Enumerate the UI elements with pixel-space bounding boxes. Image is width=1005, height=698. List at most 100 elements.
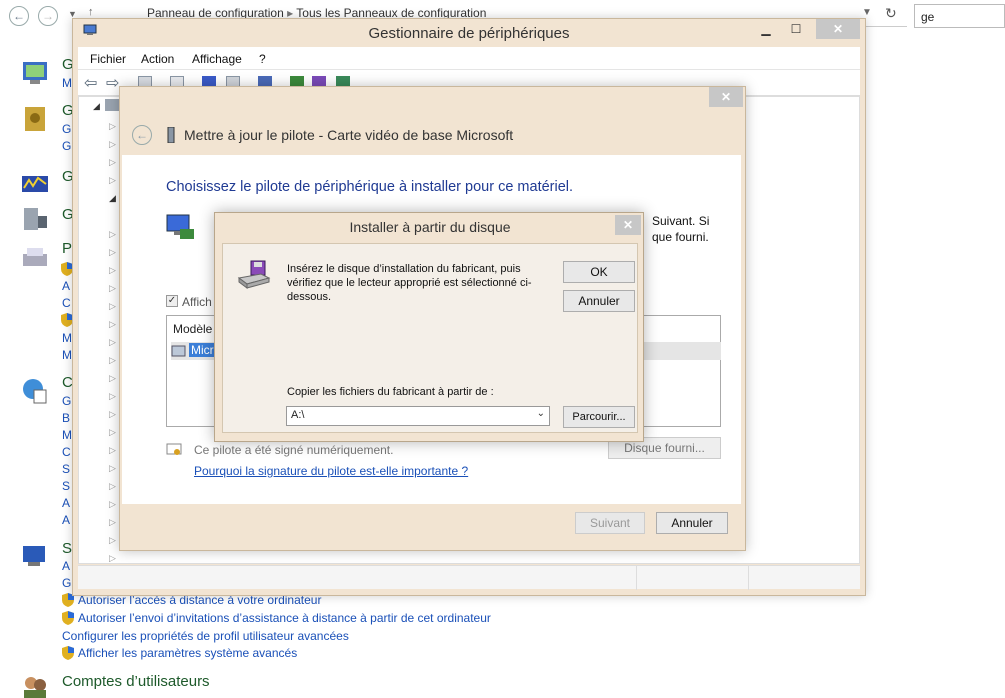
- expand-arrow-icon[interactable]: ▷: [109, 157, 116, 168]
- close-icon[interactable]: ✕: [615, 215, 641, 235]
- expand-arrow-icon[interactable]: ▷: [109, 229, 116, 240]
- expand-arrow-icon[interactable]: ▷: [109, 445, 116, 456]
- expand-arrow-icon[interactable]: ◢: [93, 101, 100, 112]
- expand-arrow-icon[interactable]: ▷: [109, 139, 116, 150]
- expand-arrow-icon[interactable]: ▷: [109, 535, 116, 546]
- close-icon[interactable]: ✕: [816, 19, 860, 39]
- expand-arrow-icon[interactable]: ▷: [109, 463, 116, 474]
- expand-arrow-icon[interactable]: ▷: [109, 409, 116, 420]
- dialog-body: Insérez le disque d’installation du fabr…: [222, 243, 638, 433]
- expand-arrow-icon[interactable]: ▷: [109, 337, 116, 348]
- category-link[interactable]: M: [62, 348, 72, 362]
- category-link[interactable]: B: [62, 411, 70, 425]
- install-from-disk-dialog: Installer à partir du disque ✕ Insérez l…: [214, 212, 644, 442]
- category-link[interactable]: A: [62, 496, 70, 510]
- shield-icon: [62, 646, 74, 660]
- forward-icon[interactable]: →: [38, 6, 58, 26]
- expand-arrow-icon[interactable]: ▷: [109, 517, 116, 528]
- maximize-icon[interactable]: ☐: [783, 19, 809, 39]
- expand-arrow-icon[interactable]: ▷: [109, 265, 116, 276]
- expand-arrow-icon[interactable]: ▷: [109, 391, 116, 402]
- back-arrow-icon[interactable]: ⇦: [84, 73, 97, 93]
- source-path-value: A:\: [291, 409, 305, 421]
- category-link[interactable]: M: [62, 331, 72, 345]
- forward-arrow-icon[interactable]: ⇨: [106, 73, 119, 93]
- expand-arrow-icon[interactable]: ▷: [109, 499, 116, 510]
- category-link[interactable]: G: [62, 139, 71, 153]
- checkbox-label: Affich: [182, 295, 212, 309]
- up-icon[interactable]: ↑: [88, 6, 94, 18]
- expand-arrow-icon[interactable]: ▷: [109, 355, 116, 366]
- back-icon[interactable]: ←: [9, 6, 29, 26]
- browse-button[interactable]: Parcourir...: [563, 406, 635, 428]
- status-bar: [78, 565, 860, 590]
- show-compatible-checkbox[interactable]: ✓: [166, 295, 178, 307]
- expand-arrow-icon[interactable]: ▷: [109, 427, 116, 438]
- computer-icon: [24, 208, 47, 230]
- address-dropdown-icon[interactable]: ▼: [862, 7, 872, 18]
- advanced-system-settings-link[interactable]: Afficher les paramètres système avancés: [78, 646, 297, 660]
- ok-button[interactable]: OK: [563, 261, 635, 283]
- chevron-down-icon[interactable]: ⌄: [537, 408, 545, 419]
- monitor-card-icon: [166, 214, 194, 239]
- back-icon[interactable]: ←: [132, 125, 152, 145]
- next-button[interactable]: Suivant: [575, 512, 645, 534]
- close-icon[interactable]: ✕: [709, 87, 743, 107]
- menu-file[interactable]: Fichier: [90, 52, 126, 66]
- safe-icon: [25, 107, 45, 131]
- expand-arrow-icon[interactable]: ▷: [109, 283, 116, 294]
- expand-arrow-icon[interactable]: ▷: [109, 553, 116, 564]
- list-item-label: Micr: [189, 343, 216, 357]
- source-path-combobox[interactable]: A:\ ⌄: [286, 406, 550, 426]
- category-link[interactable]: S: [62, 462, 70, 476]
- search-input[interactable]: ge: [914, 4, 1005, 28]
- user-accounts-heading[interactable]: Comptes d’utilisateurs: [62, 673, 210, 690]
- user-profile-properties-link[interactable]: Configurer les propriétés de profil util…: [62, 629, 349, 643]
- signature-importance-link[interactable]: Pourquoi la signature du pilote est-elle…: [194, 464, 468, 478]
- expand-arrow-icon[interactable]: ▷: [109, 301, 116, 312]
- allow-remote-assistance-link[interactable]: Autoriser l’envoi d’invitations d’assist…: [78, 611, 491, 625]
- category-link[interactable]: C: [62, 296, 71, 310]
- collapse-arrow-icon[interactable]: ◢: [109, 193, 116, 204]
- status-divider: [748, 566, 749, 590]
- expand-arrow-icon[interactable]: ▷: [109, 247, 116, 258]
- description-line: que fourni.: [652, 230, 709, 244]
- category-link[interactable]: G: [62, 394, 71, 408]
- expand-arrow-icon[interactable]: ▷: [109, 481, 116, 492]
- expand-arrow-icon[interactable]: ▷: [109, 175, 116, 186]
- menu-action[interactable]: Action: [141, 52, 174, 66]
- category-link[interactable]: G: [62, 576, 71, 590]
- cancel-button[interactable]: Annuler: [563, 290, 635, 312]
- expand-arrow-icon[interactable]: ▷: [109, 319, 116, 330]
- category-link[interactable]: A: [62, 513, 70, 527]
- category-link[interactable]: A: [62, 279, 70, 293]
- category-link[interactable]: G: [62, 122, 71, 136]
- device-icon: [167, 127, 175, 143]
- category-heading[interactable]: S: [62, 540, 72, 557]
- certificate-icon: [166, 443, 182, 455]
- menu-view[interactable]: Affichage: [192, 52, 242, 66]
- cancel-button[interactable]: Annuler: [656, 512, 728, 534]
- users-icon: [24, 677, 46, 698]
- description-line: Suivant. Si: [652, 214, 710, 228]
- expand-arrow-icon[interactable]: ▷: [109, 121, 116, 132]
- menu-bar: Fichier Action Affichage ?: [78, 47, 860, 70]
- devices-icon: [23, 248, 47, 266]
- wizard-description: Suivant. Si que fourni.: [652, 213, 709, 245]
- shield-icon: [62, 611, 74, 625]
- category-link[interactable]: M: [62, 76, 72, 90]
- expand-arrow-icon[interactable]: ▷: [109, 373, 116, 384]
- category-link[interactable]: C: [62, 445, 71, 459]
- category-link[interactable]: S: [62, 479, 70, 493]
- wizard-title: Mettre à jour le pilote - Carte vidéo de…: [184, 127, 514, 143]
- category-link[interactable]: A: [62, 559, 70, 573]
- dialog-message: Insérez le disque d’installation du fabr…: [287, 263, 532, 303]
- refresh-icon[interactable]: ↻: [885, 5, 897, 22]
- category-link[interactable]: M: [62, 428, 72, 442]
- computer-node-icon: [105, 99, 119, 111]
- menu-help[interactable]: ?: [259, 52, 266, 66]
- performance-icon: [22, 176, 48, 192]
- minimize-icon[interactable]: ▁: [753, 19, 779, 39]
- category-heading[interactable]: P: [62, 240, 72, 257]
- system-icon: [23, 546, 45, 566]
